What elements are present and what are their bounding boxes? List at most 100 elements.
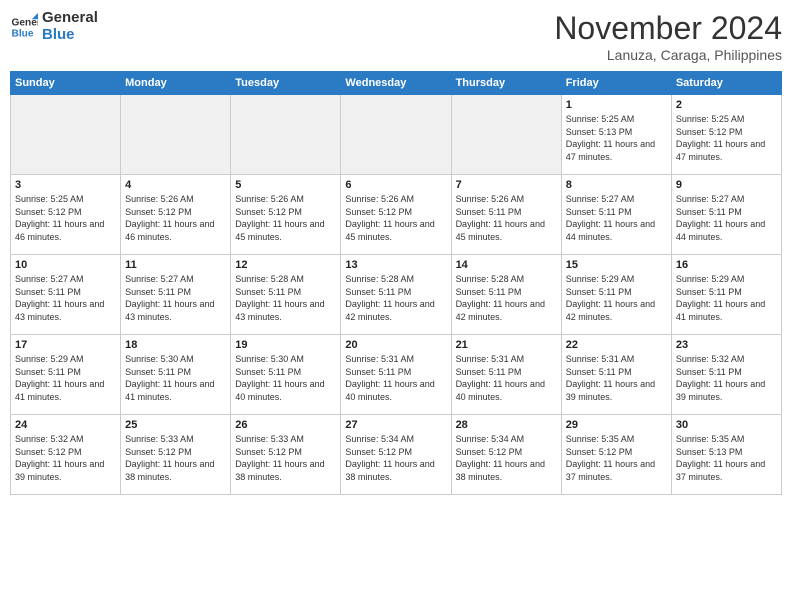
day-info: Sunrise: 5:27 AMSunset: 5:11 PMDaylight:… [566, 193, 667, 243]
day-number: 16 [676, 259, 777, 271]
day-info: Sunrise: 5:35 AMSunset: 5:12 PMDaylight:… [566, 433, 667, 483]
day-info: Sunrise: 5:25 AMSunset: 5:12 PMDaylight:… [676, 113, 777, 163]
day-number: 9 [676, 179, 777, 191]
week-row-2: 3 Sunrise: 5:25 AMSunset: 5:12 PMDaylight… [11, 175, 782, 255]
day-info: Sunrise: 5:33 AMSunset: 5:12 PMDaylight:… [125, 433, 226, 483]
cell-week4-day2: 19 Sunrise: 5:30 AMSunset: 5:11 PMDayligh… [231, 335, 341, 415]
cell-week3-day4: 14Sunrise: 5:28 AMSunset: 5:11 PMDayligh… [451, 255, 561, 335]
cell-week1-day6: 2Sunrise: 5:25 AMSunset: 5:12 PMDaylight… [671, 95, 781, 175]
logo-icon: General Blue [10, 13, 38, 41]
day-number: 4 [125, 179, 226, 191]
day-info: Sunrise: 5:34 AMSunset: 5:12 PMDaylight:… [345, 433, 446, 483]
day-number: 15 [566, 259, 667, 271]
day-info: Sunrise: 5:25 AMSunset: 5:12 PMDaylight:… [15, 193, 116, 243]
col-wednesday: Wednesday [341, 72, 451, 95]
day-number: 30 [676, 419, 777, 431]
cell-week5-day6: 30 Sunrise: 5:35 AMSunset: 5:13 PMDayligh… [671, 415, 781, 495]
logo-text-general: General [42, 10, 98, 27]
day-info: Sunrise: 5:29 AMSunset: 5:11 PMDaylight:… [566, 273, 667, 323]
cell-week5-day1: 25 Sunrise: 5:33 AMSunset: 5:12 PMDayligh… [121, 415, 231, 495]
cell-week1-day0 [11, 95, 121, 175]
col-tuesday: Tuesday [231, 72, 341, 95]
cell-week1-day5: 1Sunrise: 5:25 AMSunset: 5:13 PMDaylight… [561, 95, 671, 175]
day-number: 24 [15, 419, 116, 431]
cell-week1-day1 [121, 95, 231, 175]
cell-week4-day1: 18 Sunrise: 5:30 AMSunset: 5:11 PMDayligh… [121, 335, 231, 415]
day-info: Sunrise: 5:28 AMSunset: 5:11 PMDaylight:… [235, 273, 336, 323]
cell-week5-day0: 24 Sunrise: 5:32 AMSunset: 5:12 PMDayligh… [11, 415, 121, 495]
cell-week4-day6: 23 Sunrise: 5:32 AMSunset: 5:11 PMDayligh… [671, 335, 781, 415]
day-info: Sunrise: 5:32 AMSunset: 5:12 PMDaylight:… [15, 433, 116, 483]
cell-week4-day5: 22 Sunrise: 5:31 AMSunset: 5:11 PMDayligh… [561, 335, 671, 415]
week-row-5: 24 Sunrise: 5:32 AMSunset: 5:12 PMDayligh… [11, 415, 782, 495]
logo-text-blue: Blue [42, 27, 98, 44]
day-number: 20 [345, 339, 446, 351]
week-row-4: 17Sunrise: 5:29 AMSunset: 5:11 PMDayligh… [11, 335, 782, 415]
day-info: Sunrise: 5:29 AMSunset: 5:11 PMDaylight:… [676, 273, 777, 323]
cell-week3-day6: 16 Sunrise: 5:29 AMSunset: 5:11 PMDayligh… [671, 255, 781, 335]
logo: General Blue General Blue [10, 10, 98, 43]
header-area: General Blue General Blue November 2024 … [10, 10, 782, 63]
day-info: Sunrise: 5:26 AMSunset: 5:12 PMDaylight:… [125, 193, 226, 243]
day-info: Sunrise: 5:27 AMSunset: 5:11 PMDaylight:… [125, 273, 226, 323]
day-info: Sunrise: 5:27 AMSunset: 5:11 PMDaylight:… [15, 273, 116, 323]
day-number: 22 [566, 339, 667, 351]
cell-week3-day0: 10 Sunrise: 5:27 AMSunset: 5:11 PMDayligh… [11, 255, 121, 335]
day-number: 25 [125, 419, 226, 431]
day-info: Sunrise: 5:35 AMSunset: 5:13 PMDaylight:… [676, 433, 777, 483]
day-info: Sunrise: 5:29 AMSunset: 5:11 PMDaylight:… [15, 353, 116, 403]
day-number: 5 [235, 179, 336, 191]
calendar-body: 1Sunrise: 5:25 AMSunset: 5:13 PMDaylight… [11, 95, 782, 495]
day-number: 8 [566, 179, 667, 191]
day-number: 21 [456, 339, 557, 351]
svg-text:Blue: Blue [12, 28, 34, 39]
col-friday: Friday [561, 72, 671, 95]
cell-week4-day3: 20 Sunrise: 5:31 AMSunset: 5:11 PMDayligh… [341, 335, 451, 415]
cell-week1-day3 [341, 95, 451, 175]
day-info: Sunrise: 5:30 AMSunset: 5:11 PMDaylight:… [125, 353, 226, 403]
cell-week2-day6: 9Sunrise: 5:27 AMSunset: 5:11 PMDaylight… [671, 175, 781, 255]
calendar-container: General Blue General Blue November 2024 … [0, 0, 792, 505]
day-info: Sunrise: 5:32 AMSunset: 5:11 PMDaylight:… [676, 353, 777, 403]
cell-week2-day4: 7Sunrise: 5:26 AMSunset: 5:11 PMDaylight… [451, 175, 561, 255]
day-number: 27 [345, 419, 446, 431]
day-number: 3 [15, 179, 116, 191]
cell-week2-day5: 8 Sunrise: 5:27 AMSunset: 5:11 PMDaylight… [561, 175, 671, 255]
calendar-header: Sunday Monday Tuesday Wednesday Thursday… [11, 72, 782, 95]
day-info: Sunrise: 5:26 AMSunset: 5:12 PMDaylight:… [235, 193, 336, 243]
day-number: 18 [125, 339, 226, 351]
day-number: 10 [15, 259, 116, 271]
col-sunday: Sunday [11, 72, 121, 95]
month-title: November 2024 [554, 10, 782, 47]
day-number: 29 [566, 419, 667, 431]
cell-week4-day0: 17Sunrise: 5:29 AMSunset: 5:11 PMDayligh… [11, 335, 121, 415]
day-number: 26 [235, 419, 336, 431]
day-number: 11 [125, 259, 226, 271]
day-info: Sunrise: 5:31 AMSunset: 5:11 PMDaylight:… [345, 353, 446, 403]
col-saturday: Saturday [671, 72, 781, 95]
cell-week3-day2: 12 Sunrise: 5:28 AMSunset: 5:11 PMDayligh… [231, 255, 341, 335]
cell-week2-day2: 5 Sunrise: 5:26 AMSunset: 5:12 PMDaylight… [231, 175, 341, 255]
day-info: Sunrise: 5:34 AMSunset: 5:12 PMDaylight:… [456, 433, 557, 483]
week-row-3: 10 Sunrise: 5:27 AMSunset: 5:11 PMDayligh… [11, 255, 782, 335]
cell-week3-day5: 15 Sunrise: 5:29 AMSunset: 5:11 PMDayligh… [561, 255, 671, 335]
header-row: Sunday Monday Tuesday Wednesday Thursday… [11, 72, 782, 95]
cell-week5-day5: 29 Sunrise: 5:35 AMSunset: 5:12 PMDayligh… [561, 415, 671, 495]
day-number: 12 [235, 259, 336, 271]
col-monday: Monday [121, 72, 231, 95]
cell-week5-day3: 27 Sunrise: 5:34 AMSunset: 5:12 PMDayligh… [341, 415, 451, 495]
cell-week5-day4: 28Sunrise: 5:34 AMSunset: 5:12 PMDayligh… [451, 415, 561, 495]
day-number: 7 [456, 179, 557, 191]
day-number: 23 [676, 339, 777, 351]
title-area: November 2024 Lanuza, Caraga, Philippine… [554, 10, 782, 63]
day-info: Sunrise: 5:28 AMSunset: 5:11 PMDaylight:… [456, 273, 557, 323]
calendar-table: Sunday Monday Tuesday Wednesday Thursday… [10, 71, 782, 495]
day-number: 19 [235, 339, 336, 351]
cell-week2-day1: 4 Sunrise: 5:26 AMSunset: 5:12 PMDaylight… [121, 175, 231, 255]
day-number: 6 [345, 179, 446, 191]
day-info: Sunrise: 5:31 AMSunset: 5:11 PMDaylight:… [566, 353, 667, 403]
cell-week5-day2: 26Sunrise: 5:33 AMSunset: 5:12 PMDayligh… [231, 415, 341, 495]
day-info: Sunrise: 5:30 AMSunset: 5:11 PMDaylight:… [235, 353, 336, 403]
cell-week1-day4 [451, 95, 561, 175]
cell-week4-day4: 21Sunrise: 5:31 AMSunset: 5:11 PMDayligh… [451, 335, 561, 415]
